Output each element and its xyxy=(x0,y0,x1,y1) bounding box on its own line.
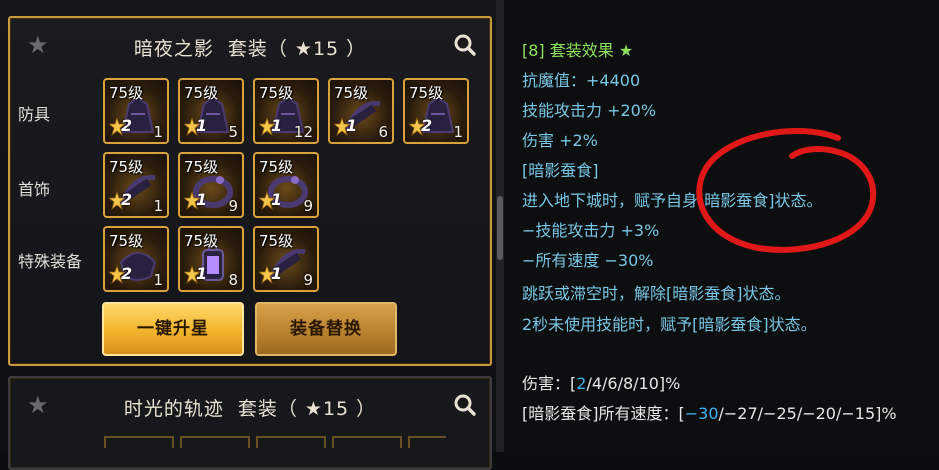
item-count: 9 xyxy=(228,197,238,215)
item-count: 6 xyxy=(378,123,388,141)
tier-number: 1 xyxy=(271,116,283,135)
category-label-armor: 防具 xyxy=(18,105,51,124)
tier-star-icon: 2 xyxy=(107,264,135,285)
item-level: 75级 xyxy=(334,84,369,102)
equipment-slot[interactable]: 75级 2 1 xyxy=(103,152,169,218)
item-level: 75级 xyxy=(259,232,294,250)
effect-line: −技能攻击力 +3% xyxy=(522,221,660,240)
item-level: 75级 xyxy=(409,84,444,102)
tier-number: 1 xyxy=(196,264,208,283)
item-count: 9 xyxy=(303,197,313,215)
item-count: 9 xyxy=(303,271,313,289)
equipment-slot[interactable]: 75级 1 12 xyxy=(253,78,319,144)
set-title: 暗夜之影 套装（ ★15 ） xyxy=(133,38,367,60)
effect-line: −所有速度 −30% xyxy=(522,251,654,270)
speed-scaling-values: /−27/−25/−20/−15]% xyxy=(718,404,897,423)
speed-label: [暗影蚕食]所有速度：[ xyxy=(522,404,685,423)
red-annotation-circle xyxy=(696,128,877,253)
set-card-selected[interactable]: ★ 暗夜之影 套装（ ★15 ） xyxy=(8,16,492,366)
equipment-slot[interactable]: 75级 1 5 xyxy=(178,78,244,144)
speed-scaling-line: [暗影蚕食]所有速度：[−30/−27/−25/−20/−15]% xyxy=(522,400,897,424)
effect-line: 跳跃或滞空时，解除[暗影蚕食]状态。 xyxy=(522,284,791,303)
item-level: 75级 xyxy=(184,84,219,102)
item-level: 75级 xyxy=(109,232,144,250)
partial-slot-row xyxy=(104,436,446,448)
item-count: 1 xyxy=(153,123,163,141)
category-label-accessory: 首饰 xyxy=(18,180,51,199)
tier-star-icon: 1 xyxy=(182,190,210,211)
tier-star-icon: 1 xyxy=(182,116,210,137)
item-level: 75级 xyxy=(184,232,219,250)
equipment-slot[interactable]: 75级 1 8 xyxy=(178,226,244,292)
item-level: 75级 xyxy=(109,84,144,102)
equipment-slot[interactable]: 75级 2 1 xyxy=(403,78,469,144)
tier-star-icon: 1 xyxy=(257,190,285,211)
item-count: 12 xyxy=(293,123,313,141)
tier-star-icon: 2 xyxy=(107,116,135,137)
tier-number: 1 xyxy=(346,116,358,135)
equipment-slot[interactable]: 75级 2 1 xyxy=(103,226,169,292)
equipment-replace-button[interactable]: 装备替换 xyxy=(255,302,397,356)
tier-number: 2 xyxy=(121,190,133,209)
equipment-slot[interactable]: 75级 2 1 xyxy=(103,78,169,144)
search-icon[interactable] xyxy=(454,34,476,56)
tier-star-icon: 1 xyxy=(257,264,285,285)
tier-number: 1 xyxy=(271,264,283,283)
tier-star-icon: 1 xyxy=(332,116,360,137)
item-level: 75级 xyxy=(109,158,144,176)
effect-line: 技能攻击力 +20% xyxy=(522,101,657,120)
set-header: ★ 时光的轨迹 套装（ ★15 ） xyxy=(10,378,490,434)
tier-number: 2 xyxy=(121,116,133,135)
tier-number: 2 xyxy=(421,116,433,135)
tier-number: 1 xyxy=(196,116,208,135)
set-card[interactable]: ★ 时光的轨迹 套装（ ★15 ） xyxy=(8,376,492,470)
tier-number: 1 xyxy=(196,190,208,209)
damage-scaling-line: 伤害：[2/4/6/8/10]% xyxy=(522,370,680,394)
effect-header: [8] 套装效果 ★ xyxy=(522,41,634,60)
tier-star-icon: 2 xyxy=(407,116,435,137)
effect-line: [暗影蚕食] xyxy=(522,161,599,180)
damage-scaling-values: /4/6/8/10]% xyxy=(586,374,681,393)
tier-star-icon: 1 xyxy=(257,116,285,137)
category-label-special: 特殊装备 xyxy=(18,252,83,271)
tier-number: 2 xyxy=(121,264,133,283)
item-count: 1 xyxy=(153,197,163,215)
item-count: 1 xyxy=(453,123,463,141)
item-level: 75级 xyxy=(184,158,219,176)
item-count: 8 xyxy=(228,271,238,289)
item-count: 5 xyxy=(228,123,238,141)
equipment-slot[interactable]: 75级 1 9 xyxy=(178,152,244,218)
equipment-slot[interactable]: 75级 1 6 xyxy=(328,78,394,144)
damage-current-value: 2 xyxy=(576,374,587,393)
tier-number: 1 xyxy=(271,190,283,209)
effect-line: 伤害 +2% xyxy=(522,131,598,150)
one-click-upstar-button[interactable]: 一键升星 xyxy=(102,302,244,356)
item-level: 75级 xyxy=(259,158,294,176)
damage-label: 伤害：[ xyxy=(522,374,577,393)
tier-star-icon: 1 xyxy=(182,264,210,285)
set-title: 时光的轨迹 套装（ ★15 ） xyxy=(123,398,377,420)
speed-current-value: −30 xyxy=(684,404,719,423)
effect-line: 抗魔值：+4400 xyxy=(522,71,641,90)
equipment-slot[interactable]: 75级 1 9 xyxy=(253,152,319,218)
tier-star-icon: 2 xyxy=(107,190,135,211)
search-icon[interactable] xyxy=(454,394,476,416)
set-header: ★ 暗夜之影 套装（ ★15 ） xyxy=(10,18,490,74)
item-level: 75级 xyxy=(259,84,294,102)
effect-line: 2秒未使用技能时，赋予[暗影蚕食]状态。 xyxy=(522,315,817,334)
scrollbar-thumb[interactable] xyxy=(497,196,503,260)
equipment-slot[interactable]: 75级 1 9 xyxy=(253,226,319,292)
item-count: 1 xyxy=(153,271,163,289)
